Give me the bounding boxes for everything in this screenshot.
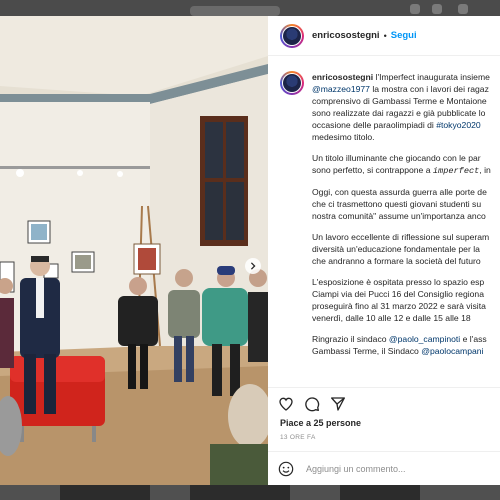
caption-text-run: diversità un'educazione fondamentale per… <box>312 244 480 254</box>
mention-link[interactable]: @paolocampani <box>421 346 483 356</box>
caption-paragraph: Un titolo illuminante che giocando con l… <box>312 152 500 177</box>
dimmed-nav-icon <box>458 4 468 14</box>
post-header: enricosostegni • Segui <box>268 16 500 56</box>
heart-icon[interactable] <box>278 396 294 412</box>
caption-text-run: venerdì, dalle 10 alle 12 e dalle 15 all… <box>312 313 471 323</box>
caption-text-run: proseguirà fino al 31 marzo 2022 e sarà … <box>312 301 486 311</box>
dimmed-nav-icon <box>410 4 420 14</box>
caption-paragraph: L'esposizione è ospitata presso lo spazi… <box>312 276 500 324</box>
likes-count[interactable]: Piace a 25 persone <box>268 418 500 428</box>
chevron-right-icon <box>250 262 256 270</box>
author-avatar[interactable] <box>280 23 304 48</box>
post-actions-section: Piace a 25 persone 13 ORE FA <box>268 387 500 451</box>
dimmed-thumbnail <box>0 485 60 500</box>
follow-button[interactable]: Segui <box>391 30 417 41</box>
caption-text-run: , in <box>479 165 491 175</box>
caption-paragraph: Ringrazio il sindaco @paolo_campinoti e … <box>312 333 500 357</box>
caption-area: enricosostegni l'Imperfect inaugurata in… <box>268 57 500 387</box>
caption-text-run: che ci trasmettono questi giovani studen… <box>312 199 482 209</box>
mention-link[interactable]: @paolo_campinoti <box>389 334 460 344</box>
caption-author-avatar[interactable] <box>280 71 304 95</box>
post-timestamp[interactable]: 13 ORE FA <box>268 434 500 441</box>
caption-text-run: occasione delle paraolimpiadi di <box>312 120 437 130</box>
caption-text-run: Oggi, con questa assurda guerra alle por… <box>312 187 487 197</box>
imperfect-word: imperfect <box>432 166 480 176</box>
author-username[interactable]: enricosostegni <box>312 30 380 41</box>
caption-text-run: nostra comunità" assume un'importanza an… <box>312 211 486 221</box>
comment-input[interactable] <box>306 463 486 474</box>
post-photo[interactable] <box>0 16 268 485</box>
caption-paragraph: enricosostegni l'Imperfect inaugurata in… <box>312 71 500 143</box>
caption-text-run: e l'ass <box>460 334 487 344</box>
dimmed-thumbnail <box>420 485 500 500</box>
dimmed-page-top <box>0 0 500 16</box>
comment-bar <box>268 451 500 485</box>
caption-author-username[interactable]: enricosostegni <box>312 72 373 82</box>
caption-text-run: Ciampi via dei Pucci 16 del Consiglio re… <box>312 289 484 299</box>
caption-text-run: Un lavoro eccellente di riflessione sul … <box>312 232 490 242</box>
dimmed-thumbnail <box>150 485 190 500</box>
post-side-panel: enricosostegni • Segui enricosostegni l'… <box>268 16 500 485</box>
caption-paragraph: Un lavoro eccellente di riflessione sul … <box>312 231 500 267</box>
carousel-next-button[interactable] <box>245 258 261 274</box>
caption-text-run: Un titolo illuminante che giocando con l… <box>312 153 481 163</box>
caption-paragraph: Oggi, con questa assurda guerra alle por… <box>312 186 500 222</box>
dimmed-thumbnail <box>290 485 340 500</box>
caption-text-run: L'esposizione è ospitata presso lo spazi… <box>312 277 485 287</box>
mention-link[interactable]: @mazzeo1977 <box>312 84 370 94</box>
caption-text-run: medesimo titolo. <box>312 132 375 142</box>
caption-text-run: Ringrazio il sindaco <box>312 334 389 344</box>
caption-text: enricosostegni l'Imperfect inaugurata in… <box>312 71 500 357</box>
separator-dot: • <box>383 30 387 41</box>
caption-text-run: che andranno a formare la società del fu… <box>312 256 481 266</box>
dimmed-nav-icon <box>432 4 442 14</box>
hashtag-link[interactable]: #tokyo2020 <box>436 120 480 130</box>
comment-icon[interactable] <box>304 396 320 412</box>
share-icon[interactable] <box>330 396 346 412</box>
caption-text-run: Gambassi Terme, il Sindaco <box>312 346 422 356</box>
caption-text-run: l'Imperfect inaugurata insieme <box>375 72 490 82</box>
action-bar <box>268 388 500 420</box>
emoji-icon[interactable] <box>278 461 294 477</box>
caption-text-run: sono perfetto, si contrappone a <box>312 165 433 175</box>
gallery-scene-image <box>0 16 268 485</box>
caption-text-run: la mostra con i lavori dei ragaz <box>369 84 489 94</box>
dimmed-page-bottom <box>0 485 500 500</box>
caption-text-run: comprensivo di Gambassi Terme e Montaion… <box>312 96 487 106</box>
caption-text-run: sono realizzate dai ragazzi e già pubbli… <box>312 108 486 118</box>
dimmed-search-bar <box>190 6 280 16</box>
